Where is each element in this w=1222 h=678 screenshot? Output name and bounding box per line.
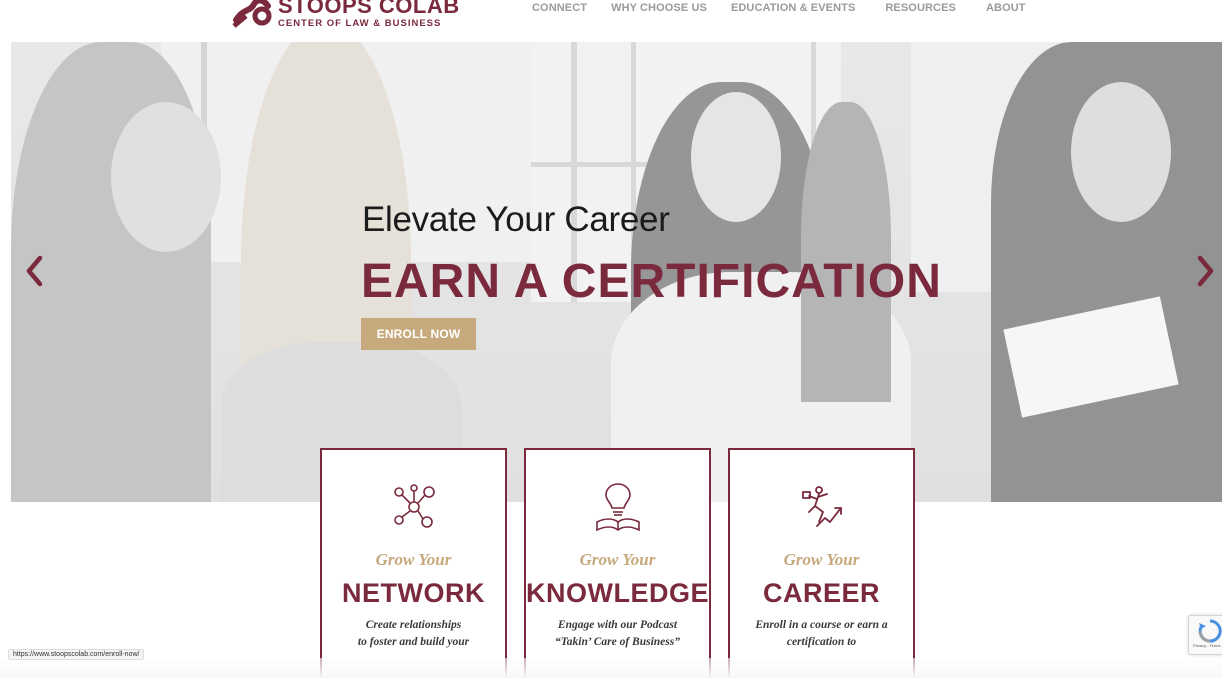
card-career-desc: Enroll in a course or earn a certificati… <box>730 617 913 651</box>
nav-about[interactable]: ABOUT <box>986 0 1026 16</box>
recaptcha-text[interactable]: Privacy - Terms <box>1193 643 1220 648</box>
logo-title: STOOPS COLAB <box>278 0 460 18</box>
card-network-grow: Grow Your <box>375 550 452 569</box>
card-career[interactable]: Grow Your CAREER Enroll in a course or e… <box>728 448 915 678</box>
slider-prev-button[interactable] <box>23 254 45 288</box>
card-knowledge[interactable]: Grow Your KNOWLEDGE Engage with our Podc… <box>524 448 711 678</box>
card-knowledge-desc: Engage with our Podcast “Takin’ Care of … <box>526 617 709 651</box>
recaptcha-icon <box>1198 619 1222 643</box>
card-career-desc-line2: certification to <box>786 636 857 648</box>
network-icon <box>393 484 435 528</box>
card-knowledge-grow: Grow Your <box>579 550 656 569</box>
hero-slider: Elevate Your Career EARN A CERTIFICATION… <box>11 42 1222 502</box>
card-network-desc: Create relationships to foster and build… <box>322 617 505 651</box>
card-knowledge-desc-line1: Engage with our Podcast <box>557 619 678 631</box>
bottom-fade <box>0 658 1222 678</box>
card-network-heading: NETWORK <box>342 578 485 608</box>
card-career-desc-line1: Enroll in a course or earn a <box>755 619 888 631</box>
status-bar-url: https://www.stoopscolab.com/enroll-now/ <box>8 649 145 660</box>
nav-connect[interactable]: CONNECT <box>532 0 587 16</box>
lightbulb-book-icon <box>595 483 640 532</box>
main-nav: CONNECT WHY CHOOSE US EDUCATION & EVENTS… <box>520 0 1050 16</box>
card-knowledge-heading: KNOWLEDGE <box>526 578 709 608</box>
hero-title: EARN A CERTIFICATION <box>361 255 942 308</box>
logo-subtitle: CENTER OF LAW & BUSINESS <box>278 17 442 29</box>
card-network-desc-line1: Create relationships <box>365 619 462 631</box>
hero-subtitle: Elevate Your Career <box>362 200 670 239</box>
card-network[interactable]: Grow Your NETWORK Create relationships t… <box>320 448 507 678</box>
card-career-heading: CAREER <box>762 578 880 608</box>
enroll-now-button[interactable]: ENROLL NOW <box>361 318 476 350</box>
chevron-right-icon <box>1197 255 1214 287</box>
career-growth-icon <box>801 486 842 527</box>
nav-education-events[interactable]: EDUCATION & EVENTS <box>731 0 855 16</box>
card-network-desc-line2: to foster and build your <box>357 636 470 648</box>
card-knowledge-desc-line2: “Takin’ Care of Business” <box>555 636 680 648</box>
slider-next-button[interactable] <box>1195 254 1217 288</box>
nav-resources[interactable]: RESOURCES <box>885 0 956 16</box>
site-logo[interactable]: STOOPS COLAB CENTER OF LAW & BUSINESS <box>232 0 460 28</box>
recaptcha-badge[interactable]: Privacy - Terms <box>1188 615 1222 655</box>
logo-mark-icon <box>232 0 272 28</box>
site-header: STOOPS COLAB CENTER OF LAW & BUSINESS CO… <box>0 0 1222 40</box>
chevron-left-icon <box>26 255 43 287</box>
card-career-grow: Grow Your <box>783 550 860 569</box>
nav-why-choose-us[interactable]: WHY CHOOSE US <box>611 0 707 16</box>
